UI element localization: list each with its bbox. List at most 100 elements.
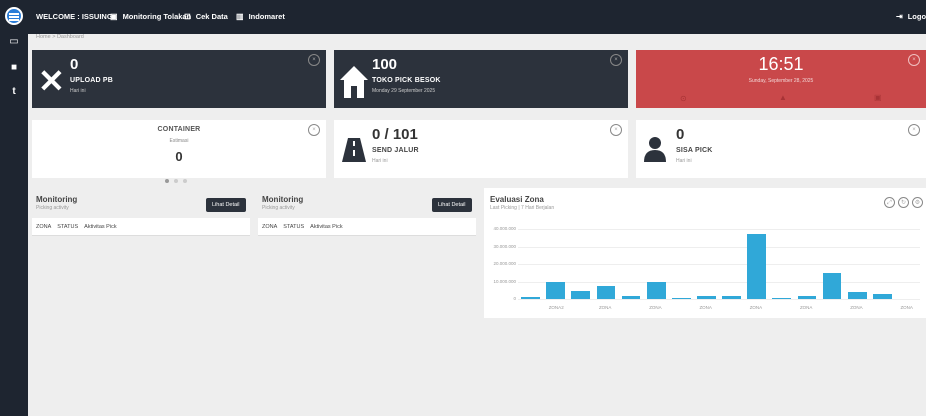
monitoring-panel-1: Monitoring Picking activity Lihat Detail… bbox=[32, 188, 250, 416]
panel-title: Monitoring bbox=[262, 195, 304, 204]
gridline bbox=[518, 264, 920, 265]
nav-monitoring-tolakan[interactable]: ▣ Monitoring Tolakan bbox=[110, 12, 191, 21]
x-tick-label: ZONA2 bbox=[548, 305, 564, 310]
evaluasi-zona-panel: Evaluasi Zona Last Picking | 7 Hari Berj… bbox=[484, 188, 926, 318]
chart-bar[interactable] bbox=[621, 296, 641, 299]
column-header: ZONA STATUS Aktivitas Pick bbox=[36, 224, 117, 230]
gridline bbox=[518, 229, 920, 230]
column-header: ZONA STATUS Aktivitas Pick bbox=[262, 224, 343, 230]
chart-bar[interactable] bbox=[872, 293, 892, 299]
panel-subtitle: Picking activity bbox=[36, 205, 69, 211]
monitor-icon[interactable]: ▭ bbox=[0, 36, 28, 47]
logout-icon: ⇥ bbox=[896, 12, 903, 21]
x-tick-label: ZONA bbox=[749, 305, 763, 310]
container-value: 0 bbox=[175, 149, 183, 164]
gridline bbox=[518, 299, 920, 300]
x-tick-label: ZONA bbox=[649, 305, 662, 310]
send-jalur-sub: Hari ini bbox=[372, 158, 388, 164]
x-tick-label: ZONA bbox=[799, 305, 813, 310]
container-label: CONTAINER bbox=[157, 126, 201, 133]
chart-bar[interactable] bbox=[697, 296, 716, 299]
lihat-detail-button[interactable]: Lihat Detail bbox=[432, 198, 472, 212]
reload-icon[interactable]: ↻ bbox=[898, 197, 909, 208]
sidebar: ▭ ■ t bbox=[0, 0, 28, 416]
x-tick-label: ZONA bbox=[850, 305, 863, 310]
bell-icon: ▲ bbox=[779, 93, 787, 102]
chart-bar[interactable] bbox=[822, 272, 842, 299]
logout-button[interactable]: ⇥Logout bbox=[896, 12, 926, 21]
y-tick-label: 40.000.000 bbox=[493, 226, 516, 231]
x-tick-label: ZONA bbox=[900, 305, 913, 310]
toko-pick-sub: Monday 29 September 2025 bbox=[372, 88, 436, 94]
sisa-pick-card: 0 SISA PICK Hari ini × bbox=[636, 120, 926, 178]
user-icon bbox=[644, 137, 666, 162]
clock-time: 16:51 bbox=[758, 54, 804, 74]
send-jalur-value: 0 / 101 bbox=[372, 126, 418, 143]
carousel-dots[interactable] bbox=[165, 170, 192, 188]
text-icon[interactable]: t bbox=[0, 86, 28, 97]
monitor-icon: ▣ bbox=[110, 12, 118, 21]
panel-title: Monitoring bbox=[36, 195, 78, 204]
gridline bbox=[518, 246, 920, 248]
upload-pb-card: ✕ 0 UPLOAD PB Hari ini × bbox=[32, 50, 326, 108]
sisa-pick-value: 0 bbox=[676, 126, 685, 143]
chart-bar[interactable] bbox=[747, 234, 767, 299]
home-icon bbox=[340, 66, 368, 98]
sisa-pick-label: SISA PICK bbox=[676, 147, 713, 154]
container-sub: Estimasi bbox=[169, 138, 189, 144]
x-tick-label: ZONA bbox=[598, 305, 612, 310]
panel-subtitle: Picking activity bbox=[262, 205, 295, 211]
refresh-icon[interactable]: × bbox=[908, 54, 920, 66]
breadcrumb: Home > Dashboard bbox=[36, 34, 84, 40]
chart-title: Evaluasi Zona bbox=[490, 195, 544, 204]
chart-bar[interactable] bbox=[596, 285, 616, 299]
chart-bar[interactable] bbox=[646, 281, 666, 299]
clock-date: Sunday, September 28, 2025 bbox=[748, 78, 814, 84]
settings-icon[interactable]: ⚙ bbox=[912, 197, 923, 208]
y-tick-label: 30.000.000 bbox=[493, 243, 516, 249]
calendar-icon: ▣ bbox=[874, 93, 882, 102]
refresh-icon[interactable]: × bbox=[610, 124, 622, 136]
chart-bar[interactable] bbox=[546, 281, 566, 299]
y-tick-label: 10.000.000 bbox=[493, 278, 516, 284]
nav-indomaret[interactable]: ▥ Indomaret bbox=[236, 12, 285, 21]
y-tick-label: 0 bbox=[513, 296, 516, 301]
clock-icon: ⊙ bbox=[680, 94, 687, 103]
topbar: WELCOME : ISSUING ▣ Monitoring Tolakan ⊡ C… bbox=[28, 0, 926, 34]
table-header: ZONA STATUS Aktivitas Pick bbox=[258, 218, 476, 236]
square-icon[interactable]: ■ bbox=[0, 62, 28, 73]
x-tick-label: ZONA bbox=[699, 305, 712, 310]
upload-pb-label: UPLOAD PB bbox=[70, 77, 114, 84]
gridline bbox=[518, 281, 920, 283]
road-icon bbox=[342, 138, 366, 162]
monitoring-panel-2: Monitoring Picking activity Lihat Detail… bbox=[258, 188, 476, 416]
app-logo[interactable] bbox=[5, 7, 23, 25]
chart-bar[interactable] bbox=[521, 297, 540, 299]
refresh-icon[interactable]: × bbox=[610, 54, 622, 66]
chart-bar[interactable] bbox=[797, 296, 817, 299]
y-tick-label: 20.000.000 bbox=[493, 261, 516, 266]
x-logo-icon: ✕ bbox=[38, 63, 65, 99]
expand-icon[interactable]: ⤢ bbox=[884, 197, 895, 208]
sisa-pick-sub: Hari ini bbox=[676, 158, 692, 164]
chart-bar[interactable] bbox=[847, 292, 867, 299]
toko-pick-label: TOKO PICK BESOK bbox=[372, 77, 441, 84]
chart-bar[interactable] bbox=[722, 295, 741, 299]
welcome-text: WELCOME : ISSUING bbox=[36, 12, 113, 21]
toko-pick-value: 100 bbox=[372, 56, 398, 73]
chart-bar[interactable] bbox=[671, 297, 691, 299]
chart-bar[interactable] bbox=[571, 291, 591, 299]
box-icon: ⊡ bbox=[184, 12, 191, 21]
refresh-icon[interactable]: × bbox=[308, 124, 320, 136]
chart-subtitle: Last Picking | 7 Hari Berjalan bbox=[490, 205, 555, 211]
refresh-icon[interactable]: × bbox=[308, 54, 320, 66]
send-jalur-card: 0 / 101 SEND JALUR Hari ini × bbox=[334, 120, 628, 178]
chart-bar[interactable] bbox=[772, 298, 792, 299]
container-card: CONTAINER Estimasi 0 × bbox=[32, 120, 326, 183]
table-header: ZONA STATUS Aktivitas Pick bbox=[32, 218, 250, 236]
nav-cek-data[interactable]: ⊡ Cek Data bbox=[184, 12, 228, 21]
building-icon: ▥ bbox=[236, 12, 244, 21]
lihat-detail-button[interactable]: Lihat Detail bbox=[206, 198, 246, 212]
clock-card: 16:51 Sunday, September 28, 2025 ⊙ ▲ ▣ × bbox=[636, 50, 926, 108]
refresh-icon[interactable]: × bbox=[908, 124, 920, 136]
